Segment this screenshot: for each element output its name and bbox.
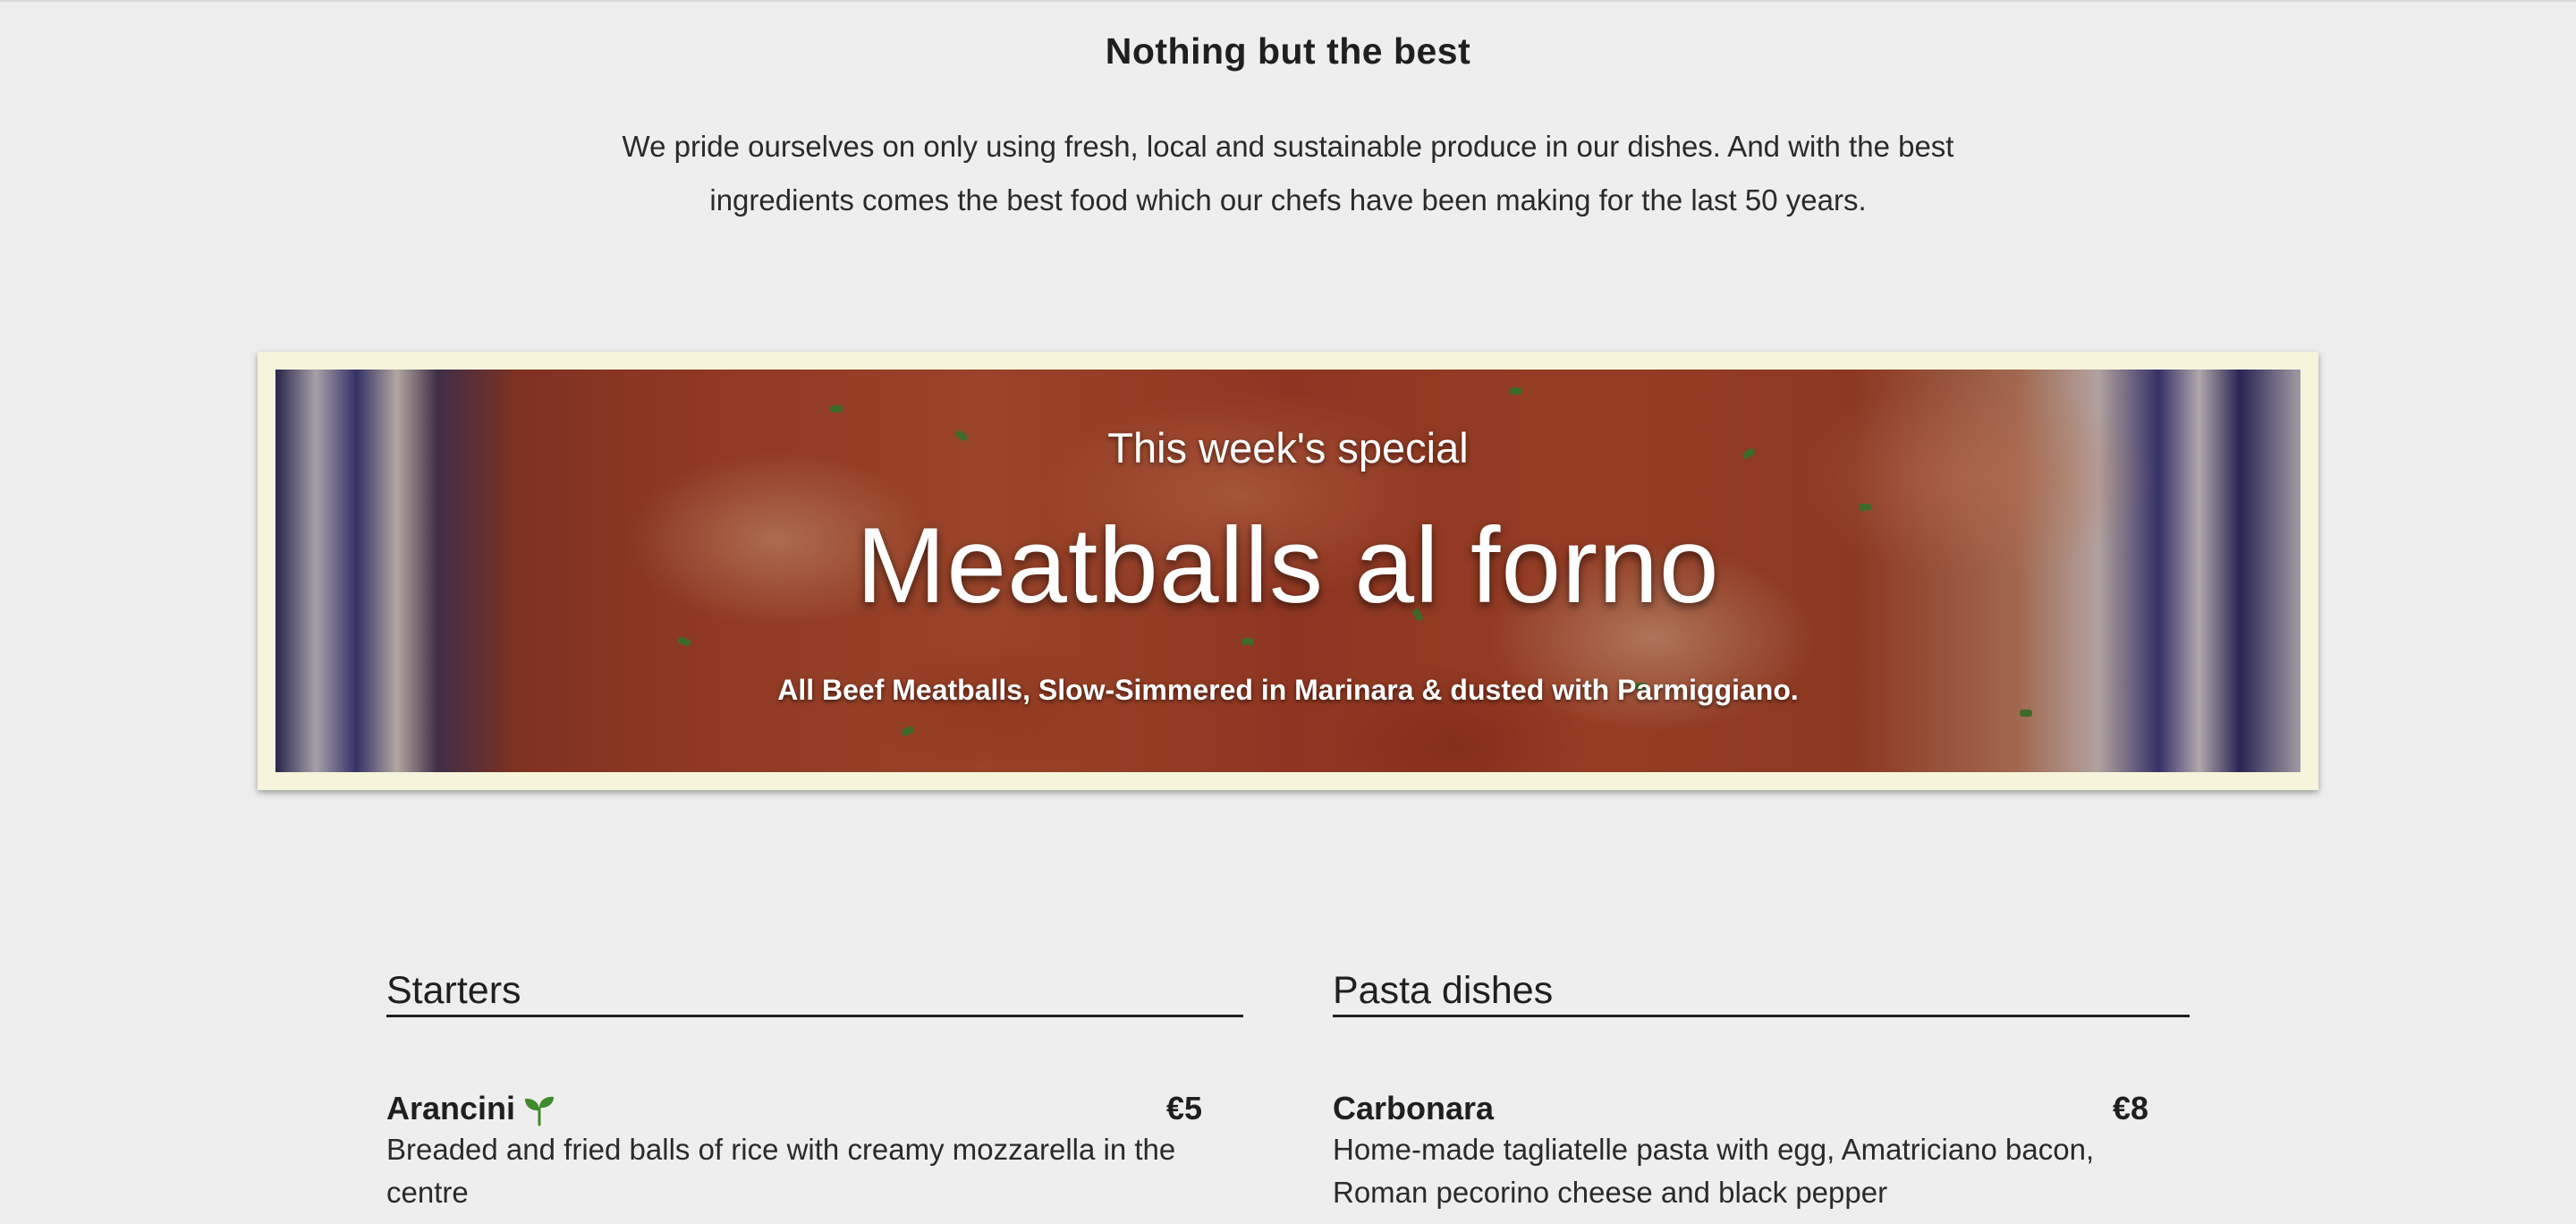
item-description: Breaded and fried balls of rice with cre… — [386, 1133, 1176, 1209]
special-kicker: This week's special — [1107, 424, 1469, 472]
special-dish-image: This week's special Meatballs al forno A… — [275, 370, 2301, 772]
intro-title: Nothing but the best — [1105, 30, 1471, 72]
herb-garnish — [1241, 638, 1254, 645]
item-price: €5 — [1165, 1090, 1202, 1126]
special-banner: This week's special Meatballs al forno A… — [258, 352, 2318, 790]
menu-item: Arancini €5 Breaded and fried balls of r… — [386, 1089, 1243, 1214]
item-price: €8 — [2112, 1090, 2148, 1126]
herb-garnish — [901, 725, 915, 737]
page: Nothing but the best We pride ourselves … — [0, 0, 2576, 1224]
item-name: Arancini — [386, 1090, 516, 1126]
herb-garnish — [1510, 387, 1522, 395]
herb-garnish — [2020, 710, 2032, 717]
menu-section-pasta: Pasta dishes Carbonara €8 Home-made tagl… — [1333, 968, 2190, 1214]
section-heading: Starters — [386, 968, 1243, 1017]
special-title: Meatballs al forno — [856, 506, 1720, 625]
sprout-icon — [522, 1094, 556, 1126]
herb-garnish — [830, 405, 843, 412]
item-name: Carbonara — [1333, 1090, 1495, 1126]
item-description: Home-made tagliatelle pasta with egg, Am… — [1333, 1133, 2095, 1209]
top-divider — [0, 0, 2576, 2]
intro-text: We pride ourselves on only using fresh, … — [622, 130, 1954, 217]
item-name-row: Arancini — [386, 1089, 1243, 1128]
menu-section-starters: Starters Arancini €5 Breaded and fried b… — [386, 968, 1243, 1214]
herb-garnish — [677, 635, 691, 648]
special-description: All Beef Meatballs, Slow-Simmered in Mar… — [777, 674, 1799, 706]
menu-item: Carbonara €8 Home-made tagliatelle pasta… — [1333, 1089, 2190, 1214]
section-heading: Pasta dishes — [1333, 968, 2190, 1017]
